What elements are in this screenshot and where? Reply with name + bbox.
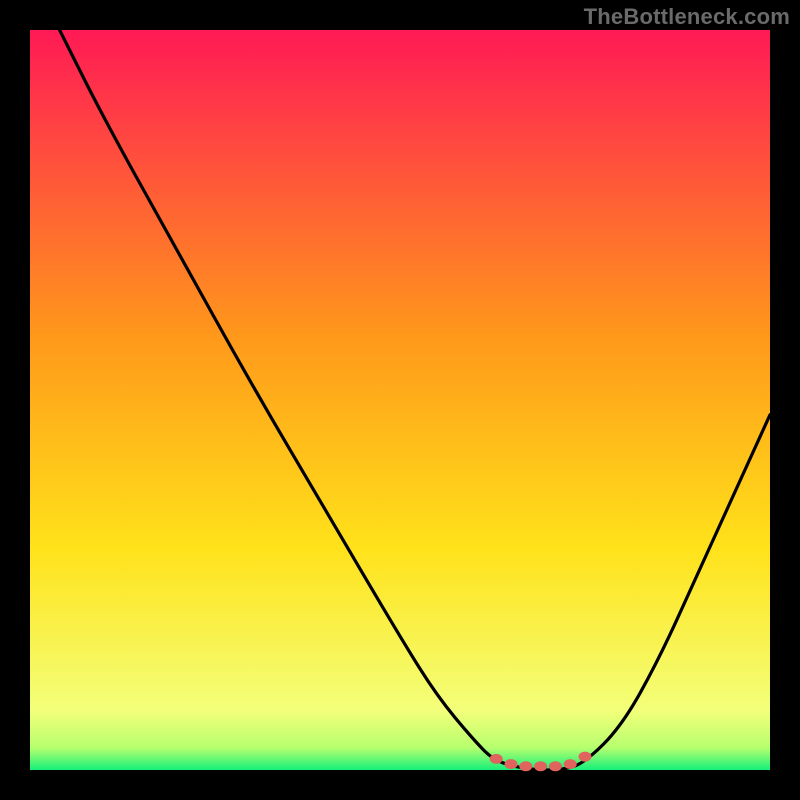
- watermark-text: TheBottleneck.com: [584, 4, 790, 30]
- chart-frame: TheBottleneck.com: [0, 0, 800, 800]
- optimal-marker: [490, 754, 503, 764]
- optimal-marker: [579, 752, 592, 762]
- optimal-marker: [564, 759, 577, 769]
- optimal-marker: [519, 761, 532, 771]
- optimal-marker: [505, 759, 518, 769]
- optimal-marker: [534, 761, 547, 771]
- bottleneck-chart: [0, 0, 800, 800]
- optimal-marker: [549, 761, 562, 771]
